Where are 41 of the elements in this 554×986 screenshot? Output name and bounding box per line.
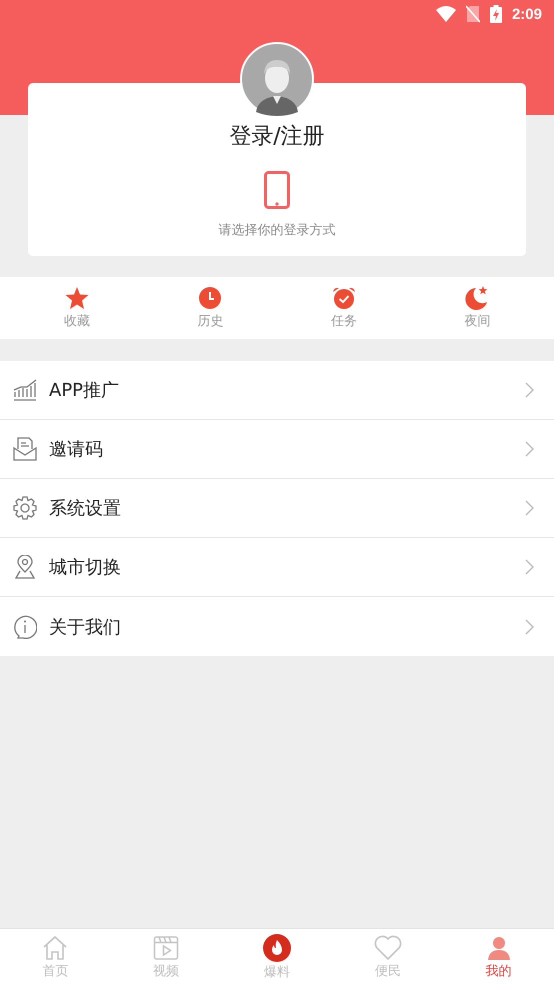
video-icon [153, 935, 180, 961]
menu-item[interactable]: 城市切换 [0, 538, 554, 597]
fire-icon [262, 934, 291, 962]
shortcut-button[interactable]: 收藏 [36, 277, 117, 339]
alarm-clock-icon [332, 286, 356, 310]
avatar-icon[interactable] [240, 42, 314, 116]
battery-charging-icon [490, 5, 502, 23]
shortcut-button[interactable]: 夜间 [437, 277, 518, 339]
heart-icon [374, 935, 402, 961]
menu-item[interactable]: 邀请码 [0, 420, 554, 479]
phone-icon[interactable] [264, 171, 290, 209]
menu-item[interactable]: 系统设置 [0, 479, 554, 538]
tab[interactable]: 首页 [0, 929, 111, 986]
tab[interactable]: 视频 [110, 929, 222, 986]
chevron-right-icon [525, 441, 534, 457]
clock-icon [199, 286, 222, 310]
location-pin-icon [13, 555, 37, 579]
star-icon [64, 286, 89, 310]
login-register-link[interactable]: 登录/注册 [229, 121, 325, 151]
moon-icon [465, 286, 490, 310]
user-icon [486, 935, 512, 961]
login-hint: 请选择你的登录方式 [218, 222, 336, 239]
home-icon [42, 935, 68, 961]
info-icon [13, 614, 37, 638]
chevron-right-icon [525, 382, 534, 398]
menu-item[interactable]: 关于我们 [0, 597, 554, 656]
envelope-icon [13, 437, 37, 461]
settings-icon [13, 496, 37, 520]
tab[interactable]: 我的 [443, 929, 554, 986]
menu-item[interactable]: APP推广 [0, 361, 554, 420]
chevron-right-icon [525, 500, 534, 516]
shortcut-button[interactable]: 任务 [304, 277, 384, 339]
chart-icon [13, 379, 37, 401]
tab[interactable]: 爆料 [222, 929, 332, 986]
shortcut-button[interactable]: 历史 [170, 277, 250, 339]
status-time: 2:09 [512, 6, 542, 22]
wifi-icon [436, 6, 456, 22]
chevron-right-icon [525, 559, 534, 575]
tab[interactable]: 便民 [332, 929, 444, 986]
no-sim-icon [466, 5, 480, 23]
chevron-right-icon [525, 618, 534, 634]
